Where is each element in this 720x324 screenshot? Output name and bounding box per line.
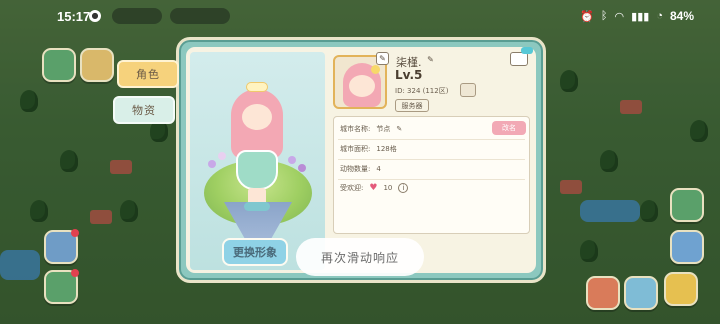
edit-name-icon[interactable]: ✎: [424, 54, 437, 67]
info-icon[interactable]: i: [398, 183, 409, 193]
tab-goods[interactable]: 物资: [113, 96, 175, 124]
right-hud-button-1[interactable]: [670, 188, 704, 222]
city-area-value: 128格: [376, 145, 397, 153]
battery-percent: 84%: [669, 9, 694, 23]
friend-icon[interactable]: [510, 47, 533, 66]
popularity-row: 受欢迎: ♥ 10 i: [340, 183, 409, 193]
right-hud-button-5[interactable]: [624, 276, 658, 310]
left-hud-button-2[interactable]: [80, 48, 114, 82]
new-badge: [521, 47, 533, 54]
battery-icon: ◔: [656, 10, 663, 22]
edit-city-icon[interactable]: ✎: [396, 125, 402, 133]
city-name-value: 节点: [376, 125, 391, 133]
toast-message: 再次滑动响应: [296, 238, 424, 276]
crown-icon: [246, 82, 268, 92]
left-hud-button-3[interactable]: [44, 229, 79, 264]
city-info-box: 城市名称: 节点 ✎ 改名 城市面积: 128格 动物数量: 4 受欢迎: ♥ …: [333, 116, 530, 234]
tab-role[interactable]: 角色: [117, 60, 179, 88]
signal-icon: ▮▮▮: [631, 10, 650, 23]
coin-counter[interactable]: [112, 8, 162, 24]
gem-counter[interactable]: [170, 8, 230, 24]
status-bar: 15:17 ● ⏰ ᛒ ◠ ▮▮▮ ◔ 84%: [0, 0, 720, 34]
copy-icon[interactable]: [460, 83, 476, 97]
notification-icon: ●: [89, 10, 101, 22]
server-button[interactable]: 服务器: [395, 99, 429, 112]
right-hud-button-2[interactable]: [670, 230, 704, 264]
animal-count-value: 4: [376, 165, 381, 173]
rename-button[interactable]: 改名: [492, 121, 526, 135]
wifi-icon: ◠: [614, 10, 625, 23]
left-hud-button-4[interactable]: [44, 269, 79, 304]
city-name-row: 城市名称: 节点 ✎: [340, 125, 403, 133]
city-area-row: 城市面积: 128格: [340, 145, 397, 153]
animal-count-row: 动物数量: 4: [340, 165, 381, 173]
change-outfit-button[interactable]: 更换形象: [222, 238, 288, 266]
right-hud-button-3[interactable]: [664, 272, 698, 306]
left-hud-button-1[interactable]: [42, 48, 76, 82]
edit-avatar-icon[interactable]: ✎: [376, 52, 389, 65]
bluetooth-icon: ᛒ: [600, 10, 608, 22]
player-uid: ID: 324 (112区): [395, 87, 449, 95]
heart-icon: ♥: [369, 183, 378, 193]
right-hud-button-4[interactable]: [586, 276, 620, 310]
status-time: 15:17: [57, 9, 91, 24]
player-level: Lv.5: [395, 68, 423, 82]
alarm-icon: ⏰: [580, 10, 594, 23]
popularity-value: 10: [383, 184, 393, 192]
system-icons: ⏰ ᛒ ◠ ▮▮▮ ◔ 84%: [580, 9, 694, 23]
